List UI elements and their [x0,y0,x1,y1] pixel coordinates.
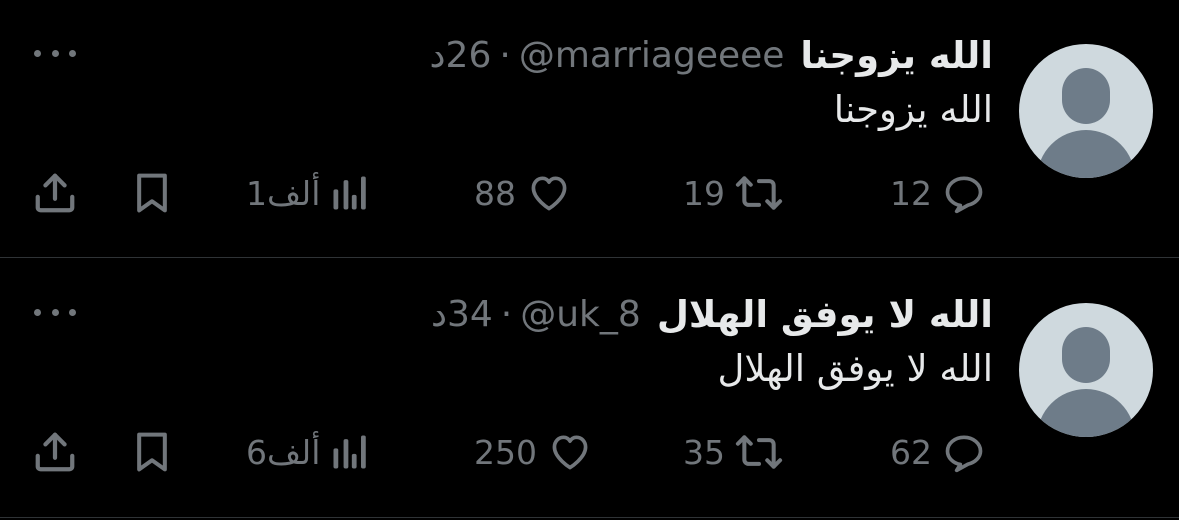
views-button[interactable]: 1ألف [246,166,370,220]
heart-icon [526,171,572,215]
bookmark-icon [130,171,174,215]
retweet-button[interactable]: 35 [683,425,783,479]
time-unit: د [429,34,446,76]
avatar-head-shape [1062,68,1110,124]
like-button[interactable]: 250 [474,425,593,479]
time-value[interactable]: 34 [447,294,493,335]
time-value[interactable]: 26 [446,35,492,76]
retweet-count: 19 [683,173,725,213]
like-count: 88 [474,173,516,213]
like-count: 250 [474,432,537,472]
bookmark-button[interactable] [130,425,174,479]
heart-icon [547,430,593,474]
share-button[interactable] [32,166,78,220]
display-name[interactable]: الله لا يوفق الهلال [657,293,993,336]
avatar-head-shape [1062,327,1110,383]
user-handle[interactable]: @marriageeee [519,35,785,76]
views-bar-chart-icon [330,430,370,474]
reply-count: 62 [890,432,932,472]
display-name[interactable]: الله يزوجنا [800,34,993,77]
view-count: 6ألف [246,432,321,472]
reply-bubble-icon [942,171,986,215]
tweet-meta: د 26 · @marriageeee [418,35,785,76]
like-button[interactable]: 88 [474,166,572,220]
more-horizontal-icon [69,49,76,57]
tweet-card[interactable]: د 34 · @uk_8 الله لا يوفق الهلال الله لا… [0,259,1179,517]
more-options-button[interactable] [34,297,76,327]
tweet-header: د 34 · @uk_8 الله لا يوفق الهلال [419,287,993,341]
tweet-actions: 12 19 88 1ألف [0,166,1179,220]
views-bar-chart-icon [330,171,370,215]
reply-count: 12 [890,173,932,213]
retweet-count: 35 [683,432,725,472]
tweet-actions: 62 35 250 6ألف [0,425,1179,479]
retweet-icon [735,171,783,215]
more-horizontal-icon [51,308,59,316]
tweet-meta: د 34 · @uk_8 [419,294,641,335]
tweet-header: د 26 · @marriageeee الله يزوجنا [418,28,993,82]
tweet-text: الله يزوجنا [833,88,993,131]
tweet-divider [0,257,1179,258]
view-count: 1ألف [246,173,321,213]
more-horizontal-icon [34,49,41,57]
reply-button[interactable]: 62 [890,425,986,479]
bookmark-icon [130,430,174,474]
views-button[interactable]: 6ألف [246,425,370,479]
share-button[interactable] [32,425,78,479]
user-handle[interactable]: @uk_8 [520,294,641,335]
separator-dot: · [499,34,511,76]
tweet-text: الله لا يوفق الهلال [717,347,993,390]
tweet-card[interactable]: د 26 · @marriageeee الله يزوجنا الله يزو… [0,0,1179,258]
reply-button[interactable]: 12 [890,166,986,220]
more-options-button[interactable] [34,38,76,68]
bookmark-button[interactable] [130,166,174,220]
retweet-button[interactable]: 19 [683,166,783,220]
avatar[interactable] [1019,44,1153,178]
reply-bubble-icon [942,430,986,474]
share-upload-icon [32,429,78,475]
share-upload-icon [32,170,78,216]
more-horizontal-icon [51,49,59,57]
tweet-divider [0,517,1179,518]
more-horizontal-icon [69,308,76,316]
more-horizontal-icon [34,308,41,316]
retweet-icon [735,430,783,474]
time-unit: د [430,293,447,335]
avatar[interactable] [1019,303,1153,437]
separator-dot: · [500,293,513,335]
